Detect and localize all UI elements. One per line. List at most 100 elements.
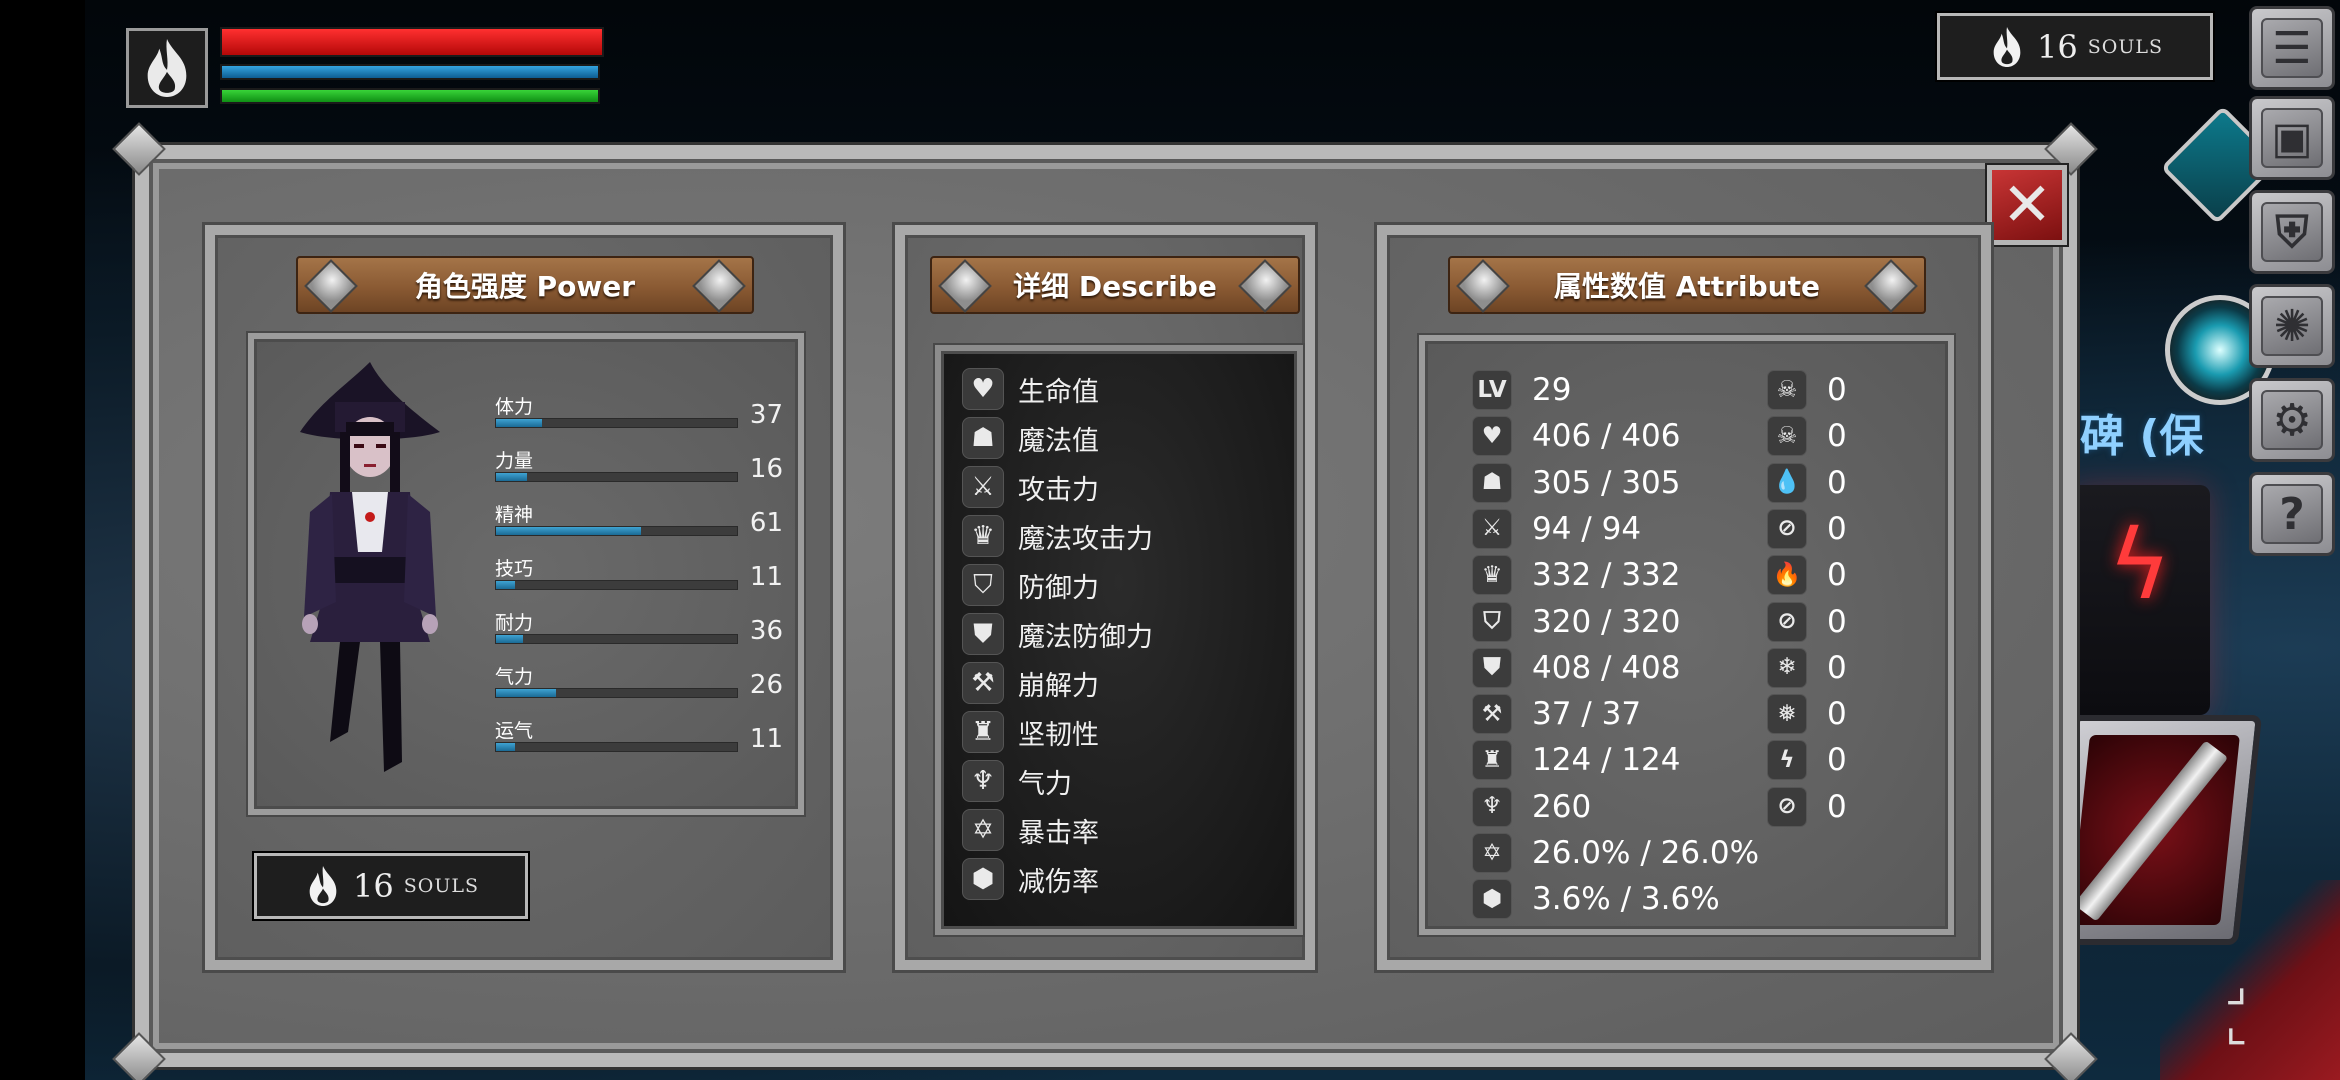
settings-gear-button[interactable]: ⚙ xyxy=(2249,378,2335,462)
stat-label: 体力 xyxy=(495,396,534,418)
resistance-value: 0 xyxy=(1827,464,1847,501)
describe-item: ✡ 暴击率 xyxy=(962,807,1099,853)
stat-row: 运气 11 xyxy=(495,716,785,758)
souls-unit: SOULS xyxy=(403,875,479,897)
attribute-row: ✡ 26.0% / 26.0% xyxy=(1472,832,1759,874)
resistance-value: 0 xyxy=(1827,418,1847,455)
close-button[interactable]: ✕ xyxy=(1985,163,2069,247)
attribute-value: 37 / 37 xyxy=(1532,696,1642,733)
stat-value: 36 xyxy=(749,616,783,646)
stat-progress-fill xyxy=(496,581,516,589)
rivet-icon xyxy=(692,259,746,313)
describe-label: 暴击率 xyxy=(1018,817,1099,849)
resistance-row: ⊘ 0 xyxy=(1767,508,1847,550)
heart-icon: ♥ xyxy=(1472,416,1512,457)
stat-value: 26 xyxy=(749,670,783,700)
describe-label: 魔法攻击力 xyxy=(1018,523,1153,555)
describe-item: ⛊ 魔法防御力 xyxy=(962,611,1153,657)
sword-icon: ⚔ xyxy=(962,466,1004,508)
describe-item: ⬢ 减伤率 xyxy=(962,856,1099,902)
attack-button[interactable] xyxy=(2047,715,2263,945)
skill-icon: ✺ xyxy=(2261,296,2323,356)
attribute-value: 408 / 408 xyxy=(1532,649,1681,686)
attribute-value: 305 / 305 xyxy=(1532,464,1681,501)
describe-label: 攻击力 xyxy=(1018,474,1099,506)
red-rune-glyph: ϟ xyxy=(2108,509,2172,621)
souls-count: 16 xyxy=(2037,27,2078,66)
resistance-row: ϟ0 xyxy=(1767,739,1847,781)
resistance-row: ❅ 0 xyxy=(1767,693,1847,735)
character-model xyxy=(300,362,440,772)
resistance-value: 0 xyxy=(1827,742,1847,779)
stat-value: 16 xyxy=(749,454,783,484)
flame-icon xyxy=(1993,26,2021,67)
flame-icon xyxy=(147,39,187,97)
stamina-bar xyxy=(220,88,600,104)
stat-progress-bar xyxy=(495,580,738,590)
reduce-icon: ⬢ xyxy=(1472,879,1512,920)
stat-progress-bar xyxy=(495,526,738,536)
skull-icon: ☠ xyxy=(1767,370,1807,410)
power-title-plank: 角色强度 Power xyxy=(296,256,754,314)
attribute-row: LV 29 xyxy=(1472,369,1571,411)
describe-label: 魔法值 xyxy=(1018,425,1099,457)
drop-crossed-icon: ⊘ xyxy=(1767,508,1807,549)
lightning-icon: ϟ xyxy=(1767,740,1807,781)
player-portrait[interactable] xyxy=(126,28,208,108)
describe-item: ♜ 坚韧性 xyxy=(962,709,1099,755)
describe-item: ☗ 魔法值 xyxy=(962,415,1099,461)
stat-label: 力量 xyxy=(495,450,534,472)
attribute-row: ⛊ 408 / 408 xyxy=(1472,647,1681,689)
souls-counter-top: 16 SOULS xyxy=(1935,11,2215,82)
describe-label: 崩解力 xyxy=(1018,670,1099,702)
skill-button[interactable]: ✺ xyxy=(2249,284,2335,368)
mana-bar xyxy=(220,64,600,80)
stat-value: 37 xyxy=(749,400,783,430)
attribute-value: 124 / 124 xyxy=(1532,742,1681,779)
equipment-icon: ⛨ xyxy=(2261,202,2323,262)
help-button[interactable]: ? xyxy=(2249,472,2335,556)
magic-shield-icon: ⛊ xyxy=(962,613,1004,655)
sword-icon: ⚔ xyxy=(1472,508,1512,549)
stat-label: 气力 xyxy=(495,666,534,688)
magic-attack-icon: ♛ xyxy=(962,515,1004,557)
rivet-icon xyxy=(304,259,358,313)
npc-name-label: 碑 (保 xyxy=(2080,411,2204,462)
souls-unit: SOULS xyxy=(2087,35,2163,58)
attribute-value: 94 / 94 xyxy=(1532,510,1642,547)
describe-label: 防御力 xyxy=(1018,572,1099,604)
heart-icon: ♥ xyxy=(962,368,1004,410)
attribute-title-plank: 属性数值 Attribute xyxy=(1448,256,1926,314)
stat-progress-bar xyxy=(495,418,738,428)
resistance-value: 0 xyxy=(1827,510,1847,547)
inventory-button[interactable]: ▣ xyxy=(2249,96,2335,180)
resistance-value: 0 xyxy=(1827,372,1847,408)
rivet-icon xyxy=(1456,259,1510,313)
letterbox-left xyxy=(0,0,85,1080)
shield-icon: ⛉ xyxy=(1472,601,1512,642)
resistance-row: ⊘ 0 xyxy=(1767,601,1847,643)
resistance-value: 0 xyxy=(1827,788,1847,825)
snowflake-crossed-icon: ❅ xyxy=(1767,694,1807,735)
describe-item: ⚒ 崩解力 xyxy=(962,660,1099,706)
menu-list-button[interactable]: ☰ xyxy=(2249,6,2335,90)
attribute-row: ♜ 124 / 124 xyxy=(1472,739,1681,781)
describe-label: 魔法防御力 xyxy=(1018,621,1153,653)
close-icon: ✕ xyxy=(2001,170,2053,240)
helmet-icon: ♜ xyxy=(1472,740,1512,781)
attribute-row: ⛉ 320 / 320 xyxy=(1472,601,1681,643)
crit-icon: ✡ xyxy=(962,809,1004,851)
attribute-value: 29 xyxy=(1532,372,1572,408)
power-title: 角色强度 Power xyxy=(414,270,636,303)
stat-row: 精神 61 xyxy=(495,500,785,542)
attribute-value: 406 / 406 xyxy=(1532,418,1681,455)
lightning-crossed-icon: ⊘ xyxy=(1767,786,1807,827)
stat-row: 耐力 36 xyxy=(495,608,785,650)
attribute-title: 属性数值 Attribute xyxy=(1554,270,1820,303)
expand-arrows-icon[interactable]: ⌟ ⌞ xyxy=(2225,961,2305,1049)
souls-count: 16 xyxy=(353,867,394,905)
flame-icon xyxy=(309,866,337,906)
stat-progress-fill xyxy=(496,689,557,697)
equipment-button[interactable]: ⛨ xyxy=(2249,190,2335,274)
attribute-row: ⚔ 94 / 94 xyxy=(1472,508,1641,550)
